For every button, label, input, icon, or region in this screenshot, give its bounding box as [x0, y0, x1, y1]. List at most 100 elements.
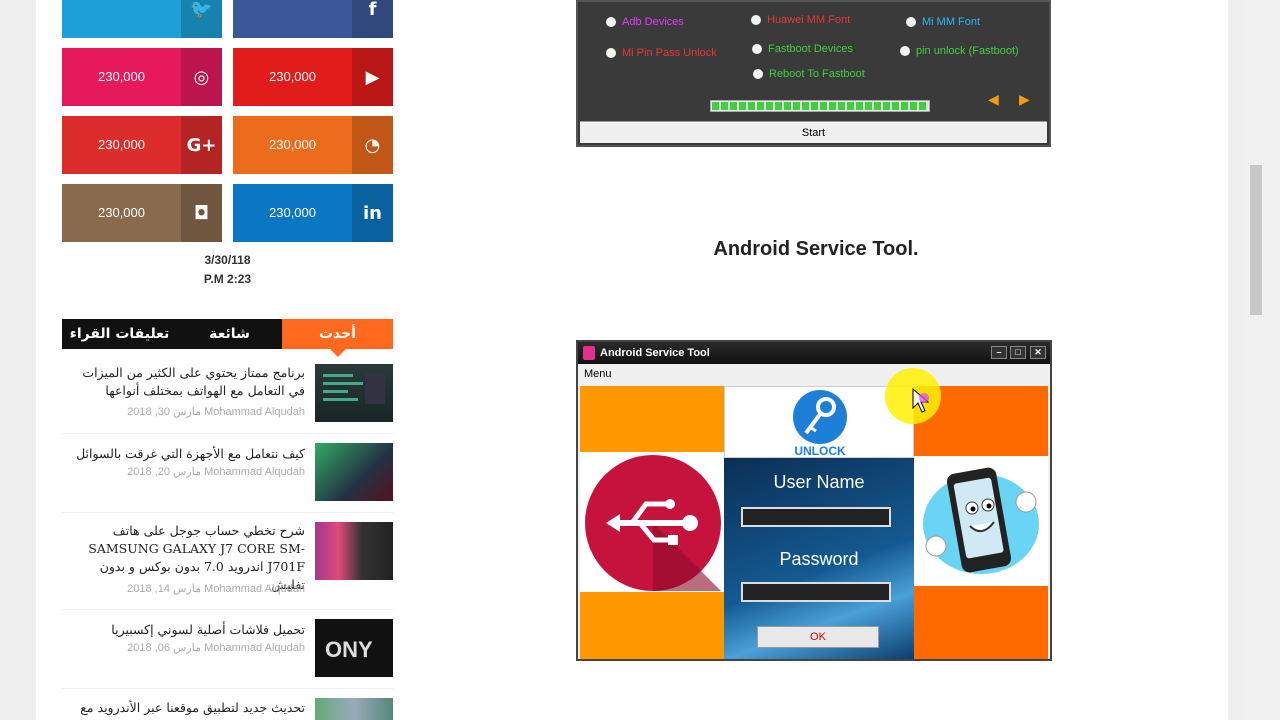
list-item[interactable]: كيف نتعامل مع الأجهزة التي غرقت بالسوائل… [62, 443, 393, 513]
post-thumbnail[interactable] [315, 698, 393, 720]
social-count: 230,000 [98, 205, 145, 220]
dribbble-icon[interactable]: ◎ [181, 48, 222, 106]
social-counter-google-plus[interactable]: 230,000 G+ [62, 116, 222, 174]
list-item[interactable]: ONY تحميل فلاشات أصلية لسوني إكسبيريا Mo… [62, 619, 393, 689]
post-date: مارس 06, 2018 [127, 642, 202, 654]
post-title[interactable]: برنامج ممتاز يحتوي على الكثير من الميزات… [65, 364, 305, 400]
usb-panel [580, 386, 724, 659]
radio-fastboot-devices[interactable]: Fastboot Devices [752, 43, 853, 55]
mouse-pointer-icon [912, 388, 930, 413]
social-counter-linkedin[interactable]: 230,000 in [233, 184, 393, 242]
date-line: 3/30/118 [204, 253, 251, 267]
posts-tabs: تعليقات القراء شائعة أحدث [62, 319, 393, 357]
radio-dot-icon [753, 69, 763, 79]
page-scrollbar[interactable] [1246, 0, 1280, 720]
twitter-icon[interactable]: 🐦 [181, 0, 222, 38]
key-icon [793, 390, 847, 444]
username-label: User Name [773, 472, 865, 492]
post-thumbnail[interactable] [315, 522, 393, 580]
usb-icon [585, 455, 721, 591]
radio-label: pin unlock (Fastboot) [916, 45, 1019, 57]
tab-latest[interactable]: أحدث [282, 319, 393, 357]
maximize-icon[interactable]: □ [1010, 346, 1026, 359]
post-author: Mohammad Alqudah [204, 642, 305, 654]
post-date: مارس 14, 2018 [127, 583, 202, 595]
instagram-icon[interactable]: ◘ [181, 184, 222, 242]
app-icon [583, 346, 595, 360]
post-date: مارس 20, 2018 [127, 466, 202, 478]
social-counter-facebook[interactable]: 230,000f [233, 0, 393, 38]
social-count: 230,000 [269, 205, 316, 220]
list-item[interactable]: برنامج ممتاز يحتوي على الكثير من الميزات… [62, 364, 393, 434]
radio-dot-icon [751, 15, 761, 25]
minimize-icon[interactable]: – [991, 346, 1007, 359]
window-title: Android Service Tool [600, 347, 710, 359]
arrow-left-icon[interactable]: ◀ [988, 92, 999, 108]
post-title[interactable]: تحديث جديد لتطبيق موقعنا عبر الأندرويد م… [65, 699, 305, 717]
radio-reboot-to-fastboot[interactable]: Reboot To Fastboot [753, 68, 865, 80]
radio-label: Fastboot Devices [768, 43, 853, 55]
menu-item-menu[interactable]: Menu [584, 368, 612, 380]
radio-label: Adb Devices [622, 16, 684, 28]
radio-dot-icon [752, 44, 762, 54]
post-title[interactable]: تحميل فلاشات أصلية لسوني إكسبيريا [65, 621, 305, 639]
social-counter-rss[interactable]: 230,000 ◔ [233, 116, 393, 174]
tab-reader-comments[interactable]: تعليقات القراء [62, 319, 177, 349]
progress-fill [712, 102, 928, 110]
social-count: 230,000 [269, 137, 316, 152]
radio-label: Mi MM Font [922, 16, 981, 28]
social-counter-youtube[interactable]: 230,000 ▶ [233, 48, 393, 106]
rss-icon[interactable]: ◔ [352, 116, 393, 174]
login-panel: UNLOCK User Name Password OK [724, 386, 914, 659]
section-heading: Android Service Tool. [713, 238, 919, 260]
social-counter-instagram[interactable]: 230,000 ◘ [62, 184, 222, 242]
radio-dot-icon [906, 17, 916, 27]
social-counter-dribbble[interactable]: 230,000 ◎ [62, 48, 222, 106]
progress-bar [710, 100, 930, 112]
radio-label: Mi Pin Pass Unlock [622, 47, 717, 59]
post-meta: Mohammad Alqudah مارس 30, 2018 [65, 405, 305, 418]
radio-mi-pin-pass-unlock[interactable]: Mi Pin Pass Unlock [606, 47, 717, 59]
radio-mi-mm-font[interactable]: Mi MM Font [906, 16, 980, 28]
radio-pin-unlock-fastboot[interactable]: pin unlock (Fastboot) [900, 45, 1019, 57]
password-label: Password [779, 549, 859, 569]
tab-popular[interactable]: شائعة [177, 319, 282, 349]
post-thumbnail[interactable] [315, 443, 393, 501]
google-plus-icon[interactable]: G+ [181, 116, 222, 174]
post-date: مارس 30, 2018 [127, 406, 202, 418]
list-item[interactable]: تحديث جديد لتطبيق موقعنا عبر الأندرويد م… [62, 698, 393, 720]
phone-mascot-icon [923, 467, 1039, 574]
post-meta: Mohammad Alqudah مارس 14, 2018 [65, 582, 305, 595]
password-input[interactable] [741, 582, 891, 602]
unlock-text: UNLOCK [794, 444, 846, 458]
start-button[interactable]: Start [580, 121, 1047, 143]
menu-bar: Menu [578, 364, 1050, 384]
social-counter-twitter[interactable]: 230,000🐦 [62, 0, 222, 38]
phone-panel [914, 386, 1048, 659]
social-count: 230,000 [269, 69, 316, 84]
scrollbar-thumb[interactable] [1250, 165, 1262, 315]
service-tool-options-window: Adb Devices Huawei MM Font Mi MM Font Mi… [576, 0, 1051, 147]
ok-button[interactable]: OK [757, 626, 879, 648]
post-thumbnail[interactable]: ONY [315, 619, 393, 677]
post-title[interactable]: كيف نتعامل مع الأجهزة التي غرقت بالسوائل [65, 445, 305, 463]
svg-text:ONY: ONY [325, 637, 373, 662]
arrow-right-icon[interactable]: ▶ [1019, 92, 1030, 108]
linkedin-icon[interactable]: in [352, 184, 393, 242]
post-author: Mohammad Alqudah [204, 466, 305, 478]
list-item[interactable]: شرح تخطي حساب جوجل على هاتف SAMSUNG GALA… [62, 522, 393, 610]
time-line: P.M 2:23 [203, 272, 252, 286]
android-service-tool-window: Android Service Tool – □ ✕ Menu UNLOCK U… [576, 340, 1052, 661]
social-count: 230,000 [98, 137, 145, 152]
radio-label: Huawei MM Font [767, 14, 851, 26]
facebook-icon[interactable]: f [352, 0, 393, 38]
post-thumbnail[interactable] [315, 364, 393, 422]
radio-huawei-mm-font[interactable]: Huawei MM Font [751, 14, 850, 26]
post-meta: Mohammad Alqudah مارس 06, 2018 [65, 641, 305, 654]
close-icon[interactable]: ✕ [1030, 346, 1046, 359]
radio-adb-devices[interactable]: Adb Devices [606, 16, 684, 28]
username-input[interactable] [741, 507, 891, 527]
radio-dot-icon [606, 17, 616, 27]
window-titlebar: Android Service Tool – □ ✕ [578, 342, 1050, 364]
youtube-icon[interactable]: ▶ [352, 48, 393, 106]
